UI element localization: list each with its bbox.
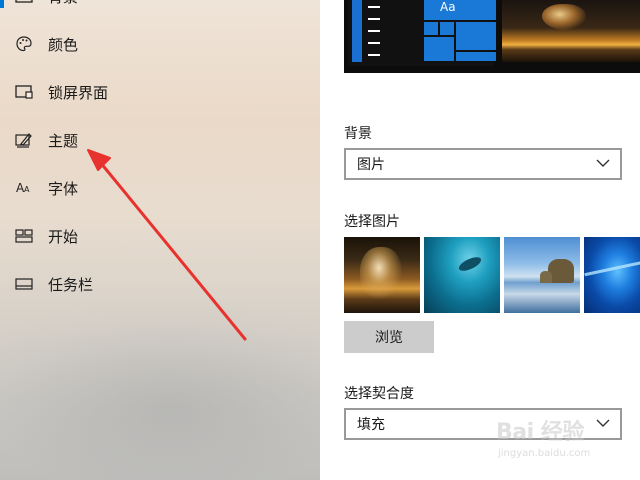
thumb-detail [540, 271, 552, 283]
nav-item-label: 颜色 [48, 35, 79, 54]
preview-menu-line [368, 30, 380, 32]
preview-splash [542, 4, 586, 30]
nav-item-taskbar[interactable]: 任务栏 [0, 264, 320, 304]
preview-tile [424, 22, 438, 35]
choose-picture-label: 选择图片 [344, 214, 400, 230]
desktop-preview: Aa [344, 0, 640, 73]
preview-accent-strip [352, 0, 362, 62]
preview-tile [456, 22, 496, 50]
nav-item-label: 字体 [48, 179, 79, 198]
preview-wallpaper [502, 0, 640, 62]
chevron-down-icon [596, 159, 610, 167]
thumb-detail [457, 254, 483, 274]
theme-brush-icon [14, 130, 34, 150]
fit-label: 选择契合度 [344, 386, 414, 402]
thumb-detail [584, 260, 640, 277]
dropdown-value: 填充 [357, 417, 385, 433]
preview-menu-line [368, 18, 380, 20]
nav-item-label: 任务栏 [48, 275, 94, 294]
settings-nav-pane: 背景 颜色 锁屏界面 主题 AA 字体 开始 任务栏 [0, 0, 320, 480]
palette-icon [14, 34, 34, 54]
preview-tile [440, 22, 454, 35]
preview-start-menu: Aa [348, 0, 496, 66]
browse-button[interactable]: 浏览 [344, 321, 434, 353]
nav-item-label: 主题 [48, 131, 79, 150]
font-icon: AA [14, 178, 34, 198]
nav-item-start[interactable]: 开始 [0, 216, 320, 256]
preview-menu-line [368, 6, 380, 8]
preview-menu-line [368, 54, 380, 56]
picture-icon [14, 0, 34, 6]
picture-thumbnail-1[interactable] [344, 237, 420, 313]
preview-tile [424, 37, 454, 61]
nav-item-fonts[interactable]: AA 字体 [0, 168, 320, 208]
start-tiles-icon [14, 226, 34, 246]
chevron-down-icon [596, 419, 610, 427]
nav-item-colors[interactable]: 颜色 [0, 24, 320, 64]
picture-thumbnail-4[interactable] [584, 237, 640, 313]
picture-thumbnail-2[interactable] [424, 237, 500, 313]
svg-text:A: A [24, 185, 30, 194]
dropdown-value: 图片 [357, 157, 385, 173]
background-type-dropdown[interactable]: 图片 [344, 148, 622, 180]
fit-dropdown[interactable]: 填充 [344, 408, 622, 440]
active-indicator [0, 0, 4, 8]
preview-menu-line [368, 42, 380, 44]
thumb-detail [360, 247, 402, 299]
preview-tile [456, 52, 496, 61]
taskbar-icon [14, 274, 34, 294]
nav-item-background[interactable]: 背景 [0, 0, 320, 16]
nav-item-label: 背景 [48, 0, 78, 7]
lock-screen-icon [14, 82, 34, 102]
picture-thumbnail-3[interactable] [504, 237, 580, 313]
nav-item-label: 开始 [48, 227, 79, 246]
nav-item-lock-screen[interactable]: 锁屏界面 [0, 72, 320, 112]
nav-item-label: 锁屏界面 [48, 83, 109, 102]
preview-font-tile: Aa [424, 0, 496, 20]
background-label: 背景 [344, 126, 372, 142]
nav-item-themes[interactable]: 主题 [0, 120, 320, 160]
